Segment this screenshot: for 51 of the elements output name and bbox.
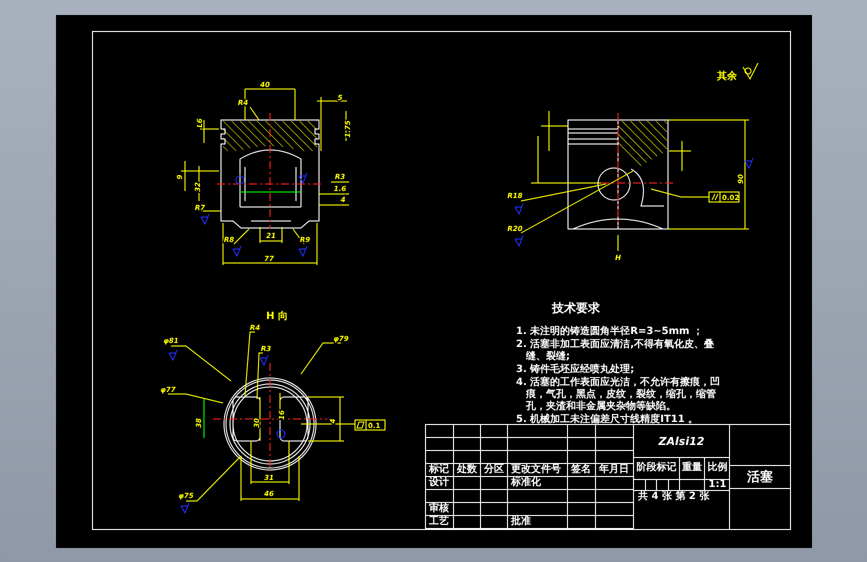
sheet-count: 共 4 张 第 2 张	[637, 491, 710, 504]
requirements-title: 技术要求	[552, 300, 601, 317]
title-block-cell	[481, 490, 508, 503]
title-block-label: 工艺	[426, 516, 454, 529]
part-name: 活塞	[730, 465, 790, 489]
title-block-label: 比例	[706, 460, 728, 475]
title-block-cell	[568, 477, 596, 490]
title-block-label: 阶段标记	[634, 458, 680, 479]
title-block-cell	[508, 451, 568, 464]
title-block-cell	[568, 438, 596, 451]
title-block-cell	[454, 490, 481, 503]
drawing-number: ZAlsi12	[634, 425, 729, 458]
title-block-cell	[568, 490, 596, 503]
roughness-symbol-icon	[742, 62, 758, 80]
title-block-label: 年月日	[596, 464, 634, 477]
requirement-text: 2. 活塞非加工表面应清洁,不得有氧化皮、叠缝、裂缝;	[516, 339, 716, 363]
title-block-label: 分区	[481, 464, 508, 477]
title-block-label: 标准化	[508, 477, 568, 490]
requirement-text: 4. 活塞的工作表面应光洁，不允许有擦痕，凹痕，气孔，黑点，皮纹，裂纹，缩孔，缩管孔，夹渣和非金属夹杂物等缺陷。	[516, 377, 721, 413]
title-block-label: 审核	[426, 503, 454, 516]
title-block-label: 更改文件号	[508, 464, 568, 477]
title-block-label: 重量	[680, 458, 705, 479]
title-block-cell	[568, 503, 596, 516]
tolerance-frame	[708, 192, 740, 202]
title-block-cell	[481, 477, 508, 490]
view-title: H 向	[266, 311, 288, 322]
title-block-cell	[596, 503, 634, 516]
title-block-label: 批准	[508, 516, 568, 529]
title-block-cell	[481, 451, 508, 464]
title-block-cell	[508, 490, 568, 503]
requirement-text: 1. 未注明的铸造圆角半径R=3~5mm ；	[516, 326, 704, 338]
title-block-cell	[454, 451, 481, 464]
title-block-label: 标记	[426, 464, 454, 477]
title-block-cell	[481, 503, 508, 516]
scale-value: 1:1	[708, 480, 728, 490]
title-block-cell	[508, 503, 568, 516]
title-block-cell	[454, 438, 481, 451]
title-block-cell	[596, 438, 634, 451]
title-block-cell	[568, 451, 596, 464]
title-block-label: 签名	[568, 464, 596, 477]
title-block-cell	[508, 438, 568, 451]
title-block-cell	[596, 451, 634, 464]
requirement-text: 3. 铸件毛坯应经喷丸处理;	[516, 364, 636, 376]
title-block-cell	[454, 503, 481, 516]
surface-note: 其余	[717, 71, 737, 82]
tolerance-frame	[354, 420, 386, 430]
title-block-cell	[481, 438, 508, 451]
requirement-text: 5. 机械加工未注偏差尺寸线精度IT11 。	[516, 414, 700, 426]
title-block-cell	[454, 477, 481, 490]
title-block-label: 处数	[454, 464, 481, 477]
title-block-label: 设计	[426, 477, 454, 490]
